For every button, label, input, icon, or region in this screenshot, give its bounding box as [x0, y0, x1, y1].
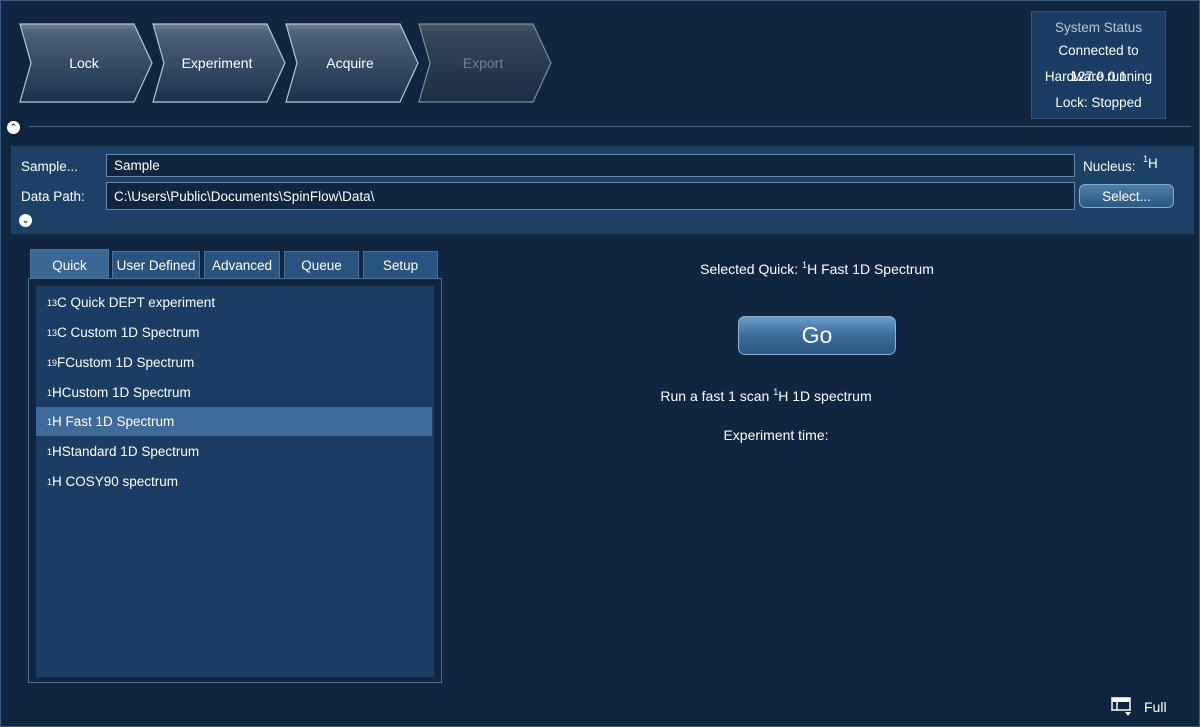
section-divider [29, 126, 1191, 127]
connection-status: Connected to 127.0.0.1 [1058, 43, 1139, 84]
collapse-down-icon[interactable]: ⌄ [19, 214, 32, 227]
app-window: Lock Experiment Acquire Export System St… [0, 0, 1200, 727]
full-view-label: Full [1144, 699, 1167, 715]
sample-label[interactable]: Sample... [21, 159, 78, 174]
screen-layout-icon [1111, 697, 1131, 716]
nucleus-label: Nucleus: [1083, 159, 1136, 174]
tab-user-defined[interactable]: User Defined [112, 251, 200, 279]
system-status-panel: System Status Connected to 127.0.0.1 Har… [1031, 11, 1166, 119]
list-item-label: H Fast 1D Spectrum [52, 414, 175, 429]
step-experiment[interactable]: Experiment [152, 23, 287, 103]
list-item-label: C Quick DEPT experiment [57, 295, 216, 310]
system-status-title: System Status [1054, 20, 1143, 35]
selected-name: H Fast 1D Spectrum [807, 261, 934, 277]
list-item[interactable]: 13 C Quick DEPT experiment [36, 288, 432, 317]
data-path-input[interactable]: C:\Users\Public\Documents\SpinFlow\Data\ [106, 182, 1075, 210]
step-acquire-label: Acquire [326, 55, 374, 71]
list-item[interactable]: 13 C Custom 1D Spectrum [36, 318, 432, 347]
step-experiment-label: Experiment [181, 55, 253, 71]
list-item-label: H COSY90 spectrum [52, 474, 179, 489]
hardware-status: Hardware running [1044, 69, 1153, 84]
data-path-label: Data Path: [21, 189, 85, 204]
list-item[interactable]: 1 HCustom 1D Spectrum [36, 378, 432, 407]
list-item[interactable]: 1 HStandard 1D Spectrum [36, 437, 432, 466]
sample-panel: Sample... Sample Nucleus: 1H Data Path: … [11, 146, 1194, 234]
list-item[interactable]: 19 FCustom 1D Spectrum [36, 348, 432, 377]
experiment-list[interactable]: 13 C Quick DEPT experiment 13 C Custom 1D … [36, 286, 434, 677]
step-export: Export [418, 23, 553, 103]
step-acquire[interactable]: Acquire [285, 23, 420, 103]
sample-input[interactable]: Sample [106, 154, 1075, 177]
select-path-button[interactable]: Select... [1079, 184, 1174, 208]
tab-quick[interactable]: Quick [30, 249, 109, 280]
experiment-description: Run a fast 1 scan 1H 1D spectrum [621, 388, 911, 405]
full-view-button[interactable]: Full [1111, 696, 1171, 718]
tab-setup[interactable]: Setup [363, 251, 438, 279]
list-item[interactable]: 1H COSY90 spectrum [36, 467, 432, 496]
list-item-selected[interactable]: 1H Fast 1D Spectrum [36, 407, 432, 436]
lock-status: Lock: Stopped [1055, 95, 1142, 110]
selected-experiment-label: Selected Quick: 1H Fast 1D Spectrum [641, 261, 993, 278]
tab-advanced[interactable]: Advanced [204, 251, 280, 279]
experiment-time-label: Experiment time: [723, 427, 829, 443]
description-suffix: H 1D spectrum [778, 388, 872, 404]
step-export-label: Export [462, 55, 504, 71]
list-item-label: HCustom 1D Spectrum [52, 385, 191, 400]
list-item-label: C Custom 1D Spectrum [57, 325, 200, 340]
list-item-label: HStandard 1D Spectrum [52, 444, 200, 459]
nucleus-symbol: H [1148, 156, 1158, 171]
collapse-up-icon[interactable]: ⌃ [7, 121, 20, 134]
go-button[interactable]: Go [738, 316, 896, 355]
list-item-label: FCustom 1D Spectrum [57, 355, 195, 370]
tab-queue[interactable]: Queue [284, 251, 359, 279]
step-lock-label: Lock [69, 55, 99, 71]
description-prefix: Run a fast 1 scan [660, 388, 774, 404]
selected-prefix: Selected Quick: [700, 261, 803, 277]
step-lock[interactable]: Lock [19, 23, 154, 103]
nucleus-value: 1H [1143, 155, 1158, 172]
experiment-list-container: 13 C Quick DEPT experiment 13 C Custom 1D … [28, 278, 442, 683]
